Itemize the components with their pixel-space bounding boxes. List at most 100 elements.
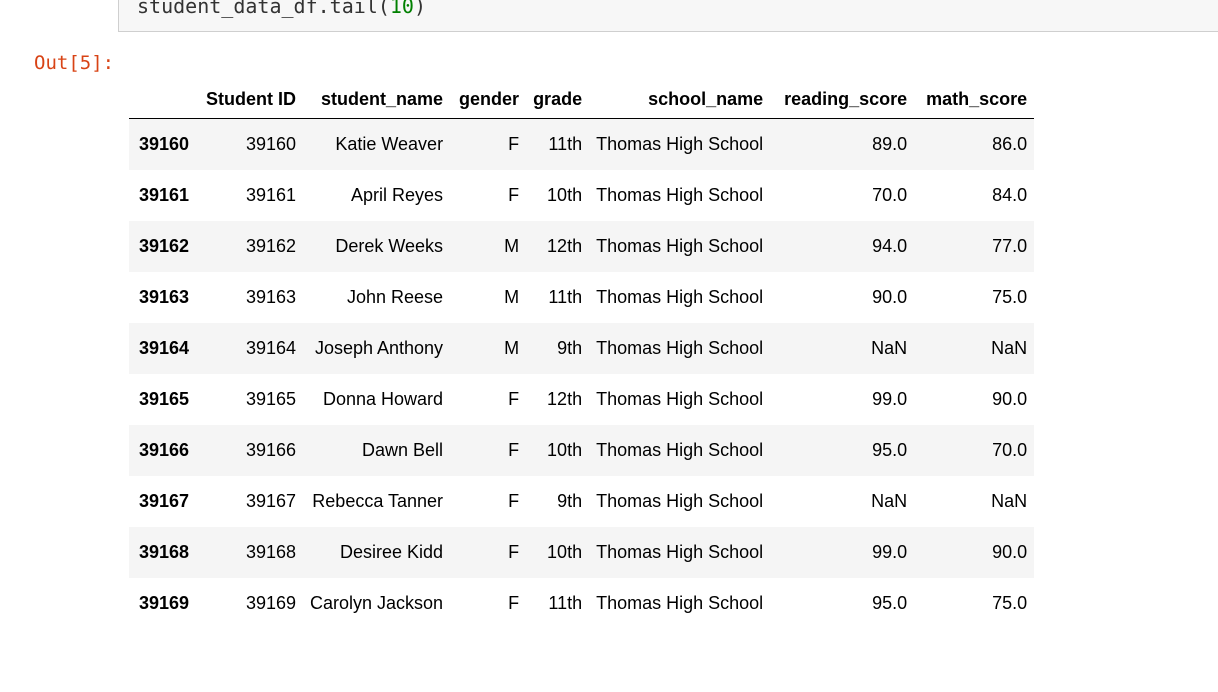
code-prefix: student_data_df.tail( — [137, 0, 390, 18]
table-cell: 94.0 — [770, 221, 915, 272]
table-cell: Katie Weaver — [303, 118, 451, 170]
table-cell: NaN — [914, 323, 1035, 374]
table-cell: 99.0 — [770, 527, 915, 578]
table-cell: Thomas High School — [589, 323, 771, 374]
table-cell: Desiree Kidd — [303, 527, 451, 578]
table-cell: Thomas High School — [596, 593, 764, 613]
row-index: 39163 — [139, 287, 190, 307]
table-row: 39168 39168 Desiree Kidd F 10th Thomas High S… — [129, 527, 1035, 578]
table-cell: 70.0 — [914, 425, 1035, 476]
table-cell: John Reese — [346, 287, 444, 307]
table-cell: 39160 — [199, 118, 303, 170]
column-header: reading_score — [770, 80, 915, 119]
table-cell: F — [508, 185, 520, 205]
header-row: Student ID student_name gender grade sch… — [129, 80, 1035, 119]
table-cell: 12th — [526, 221, 590, 272]
table-cell: 95.0 — [872, 593, 908, 613]
table-cell: 39166 — [199, 425, 303, 476]
table-cell: 39161 — [245, 185, 296, 205]
table-row: 39167 39167 Rebecca Tanner F 9th Thomas High … — [129, 476, 1034, 527]
table-cell: 39168 — [199, 527, 303, 578]
table-cell: 84.0 — [992, 185, 1028, 205]
table-cell: 39162 — [199, 221, 303, 272]
table-cell: Thomas High School — [596, 491, 764, 511]
index-header — [129, 80, 199, 119]
table-cell: Thomas High School — [596, 185, 764, 205]
table-body: 39160 39160 Katie Weaver F 11th Thomas High S… — [129, 118, 1035, 630]
table-cell: 39169 — [245, 593, 296, 613]
table-cell: F — [508, 389, 520, 409]
table-cell: Donna Howard — [322, 389, 444, 409]
table-cell: Thomas High School — [589, 221, 771, 272]
table-row: 39169 39169 Carolyn Jackson F 11th Thomas Hig… — [129, 578, 1034, 629]
table-cell: 86.0 — [914, 118, 1035, 170]
row-index: 39166 — [129, 425, 199, 476]
row-index: 39169 — [139, 593, 190, 613]
table-cell: F — [450, 425, 527, 476]
table-cell: 39165 — [245, 389, 296, 409]
row-index: 39165 — [139, 389, 190, 409]
table-cell: 10th — [526, 425, 590, 476]
table-cell: Thomas High School — [596, 287, 764, 307]
table-cell: 9th — [557, 491, 583, 511]
table-cell: 39164 — [199, 323, 303, 374]
table-cell: 9th — [526, 323, 590, 374]
table-row: 39163 39163 John Reese M 11th Thomas High Sch… — [129, 272, 1034, 323]
table-cell: 70.0 — [872, 185, 908, 205]
column-header: grade — [526, 80, 590, 119]
table-cell: 10th — [526, 527, 590, 578]
row-index: 39168 — [129, 527, 199, 578]
table-cell: 11th — [526, 118, 590, 170]
table-cell: 39167 — [245, 491, 296, 511]
code-line: student_data_df.tail(10) — [137, 0, 426, 18]
table-cell: 10th — [547, 185, 583, 205]
table-row: 39166 39166 Dawn Bell F 10th Thomas High Scho… — [129, 425, 1035, 476]
table-cell: Rebecca Tanner — [312, 491, 444, 511]
column-header: Student ID — [199, 80, 303, 119]
table-cell: Thomas High School — [596, 389, 764, 409]
table-cell: 39163 — [245, 287, 296, 307]
table-cell: NaN — [770, 323, 915, 374]
code-argument: 10 — [389, 0, 414, 18]
table-cell: NaN — [871, 491, 908, 511]
table-cell: 75.0 — [992, 593, 1028, 613]
table-cell: F — [450, 118, 527, 170]
table-cell: Carolyn Jackson — [310, 593, 444, 613]
table-cell: Thomas High School — [589, 527, 771, 578]
code-input-cell[interactable]: student_data_df.tail(10) — [118, 0, 1218, 32]
column-header: gender — [450, 80, 527, 119]
table-cell: M — [504, 287, 520, 307]
table-row: 39161 39161 April Reyes F 10th Thomas High Sc… — [129, 170, 1034, 221]
table-cell: 89.0 — [770, 118, 915, 170]
table-cell: 90.0 — [914, 527, 1035, 578]
row-index: 39162 — [129, 221, 199, 272]
table-cell: Thomas High School — [589, 118, 771, 170]
table-cell: M — [450, 323, 527, 374]
table-row: 39160 39160 Katie Weaver F 11th Thomas High S… — [129, 118, 1035, 170]
table-cell: Thomas High School — [589, 425, 771, 476]
column-header: math_score — [914, 80, 1035, 119]
table-cell: 95.0 — [770, 425, 915, 476]
table-cell: April Reyes — [351, 185, 444, 205]
table-cell: F — [508, 491, 520, 511]
table-cell: Dawn Bell — [303, 425, 451, 476]
output-prompt: Out[5]: — [34, 52, 115, 74]
table-cell: 77.0 — [914, 221, 1035, 272]
column-header: school_name — [589, 80, 771, 119]
table-row: 39162 39162 Derek Weeks M 12th Thomas High Sc… — [129, 221, 1035, 272]
table-cell: 90.0 — [992, 389, 1028, 409]
table-row: 39165 39165 Donna Howard F 12th Thomas High S… — [129, 374, 1034, 425]
code-suffix: ) — [413, 0, 427, 18]
table-cell: NaN — [991, 491, 1028, 511]
table-cell: M — [450, 221, 527, 272]
table-cell: Joseph Anthony — [303, 323, 451, 374]
table-cell: F — [508, 593, 520, 613]
table-cell: F — [450, 527, 527, 578]
row-index: 39160 — [129, 118, 199, 170]
row-index: 39161 — [139, 185, 190, 205]
table-row: 39164 39164 Joseph Anthony M 9th Thomas High … — [129, 323, 1035, 374]
table-cell: 75.0 — [992, 287, 1028, 307]
table-cell: Derek Weeks — [303, 221, 451, 272]
table-cell: 90.0 — [872, 287, 908, 307]
table-cell: 11th — [548, 287, 583, 307]
